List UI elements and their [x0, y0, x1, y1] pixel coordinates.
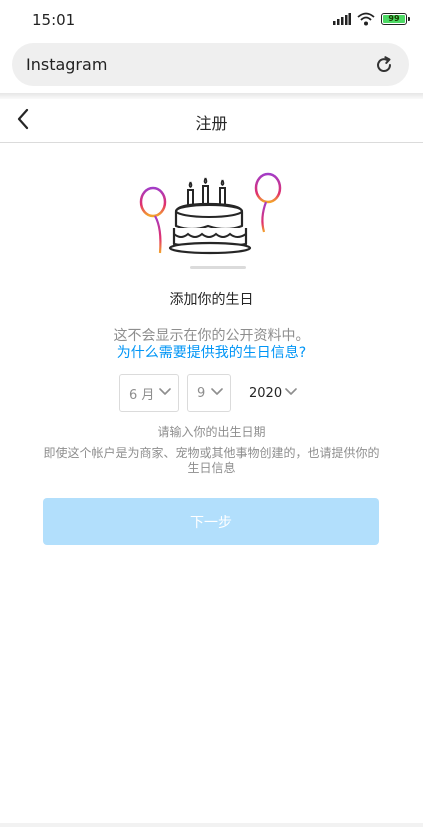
url-bar[interactable]: Instagram [12, 43, 409, 86]
signal-icon [333, 13, 351, 25]
month-value: 6 月 [129, 387, 155, 403]
chevron-down-icon [159, 388, 171, 395]
battery-level: 99 [388, 14, 400, 23]
birthday-cake-icon [139, 172, 282, 255]
illustration-shadow [190, 266, 246, 269]
status-icons: 99 [333, 12, 410, 26]
month-select[interactable]: 6 月 [119, 374, 179, 412]
business-account-hint: 即使这个帐户是为商家、宠物或其他事物创建的，也请提供你的生日信息 [43, 446, 380, 475]
year-select[interactable]: 2020 [241, 374, 305, 412]
page-title: 注册 [195, 114, 228, 133]
battery-icon: 99 [381, 13, 410, 25]
next-button[interactable]: 下一步 [43, 498, 379, 545]
page-header: 注册 [0, 99, 423, 143]
wifi-icon [357, 12, 375, 26]
day-value: 9 [197, 385, 206, 401]
year-value: 2020 [249, 385, 283, 401]
status-time: 15:01 [32, 11, 76, 29]
chevron-down-icon [285, 388, 297, 395]
why-birthday-link[interactable]: 为什么需要提供我的生日信息? [0, 342, 423, 362]
enter-birthday-hint: 请输入你的出生日期 [157, 425, 266, 439]
bottom-edge [0, 823, 423, 827]
chevron-down-icon [211, 388, 223, 395]
section-title: 添加你的生日 [169, 292, 254, 308]
reload-icon[interactable] [373, 54, 395, 76]
url-text[interactable]: Instagram [26, 55, 107, 74]
status-bar: 15:01 99 [0, 0, 423, 40]
day-select[interactable]: 9 [187, 374, 231, 412]
